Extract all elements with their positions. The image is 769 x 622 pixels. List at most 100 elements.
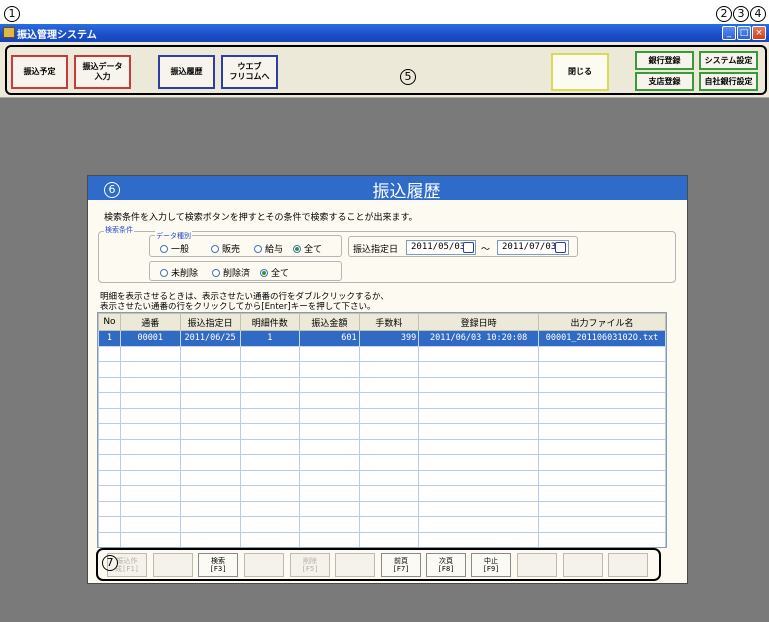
table-cell (358, 392, 420, 409)
window-title: 振込管理システム (17, 30, 97, 41)
fkey-f3-search[interactable]: 検索 [F3] (198, 553, 238, 577)
bank-register-button[interactable]: 銀行登録 (635, 51, 694, 70)
table-row[interactable] (98, 531, 666, 547)
transfer-history-button[interactable]: 振込履歴 (158, 55, 215, 89)
system-settings-button[interactable]: システム設定 (699, 51, 758, 70)
radio-deleted[interactable]: 削除済 (212, 266, 250, 279)
history-table[interactable]: No 通番 振込指定日 明細件数 振込金額 手数料 登録日時 出力ファイル名 1… (97, 312, 667, 548)
table-cell (538, 454, 666, 471)
table-cell (119, 516, 181, 533)
table-cell (418, 469, 540, 486)
radio-type-general[interactable]: 一般 (160, 242, 189, 255)
data-type-legend: データ種別 (155, 231, 192, 241)
radio-dot (211, 244, 219, 253)
table-cell (119, 469, 181, 486)
fkey-f8-next-page[interactable]: 次頁 [F8] (426, 553, 466, 577)
table-cell (358, 454, 420, 471)
own-bank-settings-button[interactable]: 自社銀行設定 (699, 72, 758, 91)
col-header-registered-at[interactable]: 登録日時 (418, 313, 540, 331)
transfer-schedule-button[interactable]: 振込予定 (11, 55, 68, 89)
minimize-button[interactable]: _ (722, 26, 736, 40)
cell-registered-at: 2011/06/03 10:20:08 (418, 330, 540, 347)
fkey-f5-delete[interactable]: 削除 [F5] (290, 553, 330, 577)
table-row[interactable] (98, 407, 666, 424)
table-row[interactable] (98, 345, 666, 362)
cell-output-file: 00001_20110603102O.txt (538, 330, 666, 347)
maximize-button[interactable]: □ (737, 26, 751, 40)
table-row[interactable] (98, 423, 666, 440)
table-cell (538, 392, 666, 409)
web-fricom-button[interactable]: ウエブ フリコムへ (221, 55, 278, 89)
fkey-f11-blank[interactable] (563, 553, 603, 577)
table-cell (119, 407, 181, 424)
col-header-no[interactable]: No (98, 313, 121, 331)
close-app-button[interactable]: 閉じる (551, 53, 609, 91)
cell-serial: 00001 (119, 330, 181, 347)
col-header-amount[interactable]: 振込金額 (299, 313, 360, 331)
fkey-f7-prev-page[interactable]: 前頁 [F7] (381, 553, 421, 577)
table-cell (119, 485, 181, 502)
col-header-output-file[interactable]: 出力ファイル名 (538, 313, 666, 331)
fkey-f10-blank[interactable] (517, 553, 557, 577)
col-header-serial[interactable]: 通番 (119, 313, 181, 331)
col-header-detail-count[interactable]: 明細件数 (239, 313, 301, 331)
date-separator: 〜 (481, 245, 491, 255)
transfer-data-input-button[interactable]: 振込データ 入力 (74, 55, 131, 89)
table-row[interactable] (98, 469, 666, 486)
table-cell (239, 469, 301, 486)
table-row[interactable] (98, 392, 666, 409)
table-cell (418, 361, 540, 378)
table-cell (538, 361, 666, 378)
fkey-f2-blank[interactable] (153, 553, 193, 577)
table-row[interactable] (98, 485, 666, 502)
cell-detail-count: 1 (239, 330, 301, 347)
fkey-f4-blank[interactable] (244, 553, 284, 577)
table-cell (239, 345, 301, 362)
col-header-transfer-date[interactable]: 振込指定日 (179, 313, 241, 331)
table-cell (239, 376, 301, 393)
table-cell (119, 500, 181, 517)
branch-register-button[interactable]: 支店登録 (635, 72, 694, 91)
table-cell (119, 376, 181, 393)
fkey-f12-blank[interactable] (608, 553, 648, 577)
date-to-picker-icon[interactable] (555, 242, 566, 253)
close-window-button[interactable]: × (752, 26, 766, 40)
table-cell (358, 361, 420, 378)
table-cell (239, 531, 301, 547)
table-cell (358, 500, 420, 517)
radio-type-all[interactable]: 全て (293, 242, 322, 255)
table-cell (179, 376, 241, 393)
table-row-selected[interactable]: 1 00001 2011/06/25 1 601 399 2011/06/03 … (98, 330, 666, 347)
instruction-hint: 明細を表示させるときは、表示させたい通番の行をダブルクリックするか、 表示させた… (100, 292, 389, 312)
cell-amount: 601 (299, 330, 360, 347)
table-cell (98, 454, 121, 471)
table-row[interactable] (98, 361, 666, 378)
table-cell (358, 345, 420, 362)
table-row[interactable] (98, 454, 666, 471)
table-row[interactable] (98, 438, 666, 455)
radio-type-salary[interactable]: 給与 (254, 242, 283, 255)
radio-dot-selected (260, 268, 268, 277)
radio-deletion-all[interactable]: 全て (260, 266, 289, 279)
radio-dot (160, 268, 168, 277)
radio-type-sales[interactable]: 販売 (211, 242, 240, 255)
radio-dot (212, 268, 220, 277)
table-row[interactable] (98, 500, 666, 517)
table-cell (179, 516, 241, 533)
table-row[interactable] (98, 516, 666, 533)
table-row[interactable] (98, 376, 666, 393)
fkey-f9-cancel[interactable]: 中止 [F9] (471, 553, 511, 577)
table-cell (299, 423, 360, 440)
table-cell (239, 361, 301, 378)
table-cell (98, 376, 121, 393)
table-cell (98, 469, 121, 486)
col-header-fee[interactable]: 手数料 (358, 313, 420, 331)
fkey-f6-blank[interactable] (335, 553, 375, 577)
radio-not-deleted[interactable]: 未削除 (160, 266, 198, 279)
search-conditions-legend: 検索条件 (104, 225, 134, 235)
table-cell (179, 345, 241, 362)
date-from-picker-icon[interactable] (463, 242, 474, 253)
table-cell (299, 392, 360, 409)
table-cell (179, 438, 241, 455)
dialog-description: 検索条件を入力して検索ボタンを押すとその条件で検索することが出来ます。 (104, 213, 418, 223)
